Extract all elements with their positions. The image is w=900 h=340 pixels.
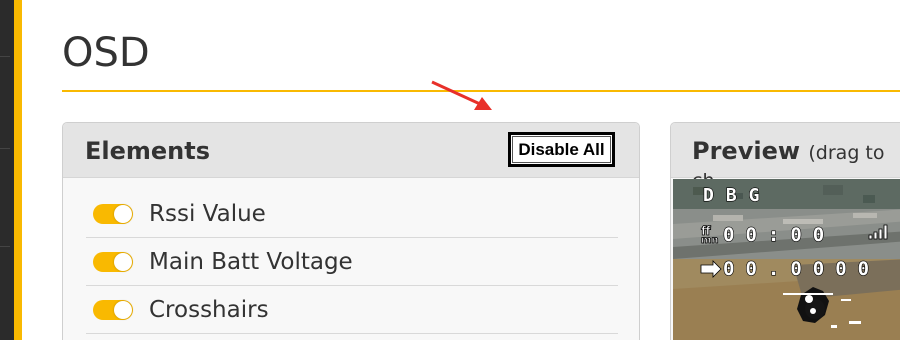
preview-panel-header: Preview (drag to ch [671, 123, 900, 192]
sidebar-divider [0, 148, 10, 149]
annotation-arrow-icon [431, 80, 492, 110]
sidebar-divider [0, 56, 10, 57]
elements-list: Rssi Value Main Batt Voltage Crosshairs [86, 190, 618, 334]
osd-distance-text: 00.0000 [723, 258, 880, 280]
toggle-knob [114, 252, 132, 271]
sidebar-divider [0, 246, 10, 247]
osd-preview-canvas: DBG 00:00 00.0000 ff mn [673, 179, 900, 340]
toggle-knob [114, 204, 132, 223]
list-item: Main Batt Voltage [86, 238, 618, 286]
svg-text:mn: mn [701, 235, 719, 246]
sidebar-edge [0, 0, 14, 340]
osd-preview-image[interactable]: DBG 00:00 00.0000 ff mn [673, 179, 900, 340]
element-toggle[interactable] [93, 299, 133, 320]
element-label: Main Batt Voltage [149, 248, 353, 275]
active-accent-bar [14, 0, 22, 340]
element-label: Rssi Value [149, 200, 266, 227]
page-title: OSD [62, 30, 150, 76]
element-label: Crosshairs [149, 296, 269, 323]
elements-panel-header: Elements Disable All [63, 123, 639, 178]
list-item: Rssi Value [86, 190, 618, 238]
disable-all-button[interactable]: Disable All [508, 132, 615, 167]
preview-panel: Preview (drag to ch [670, 122, 900, 340]
element-toggle[interactable] [93, 251, 133, 272]
osd-timer-text: 00:00 [723, 224, 835, 246]
list-item: Crosshairs [86, 286, 618, 334]
elements-panel-title: Elements [85, 137, 211, 165]
elements-panel: Elements Disable All Rssi Value Main Bat… [62, 122, 640, 340]
preview-title-text: Preview [692, 137, 801, 165]
element-toggle[interactable] [93, 203, 133, 224]
osd-debug-text: DBG [703, 185, 772, 206]
toggle-knob [114, 300, 132, 319]
